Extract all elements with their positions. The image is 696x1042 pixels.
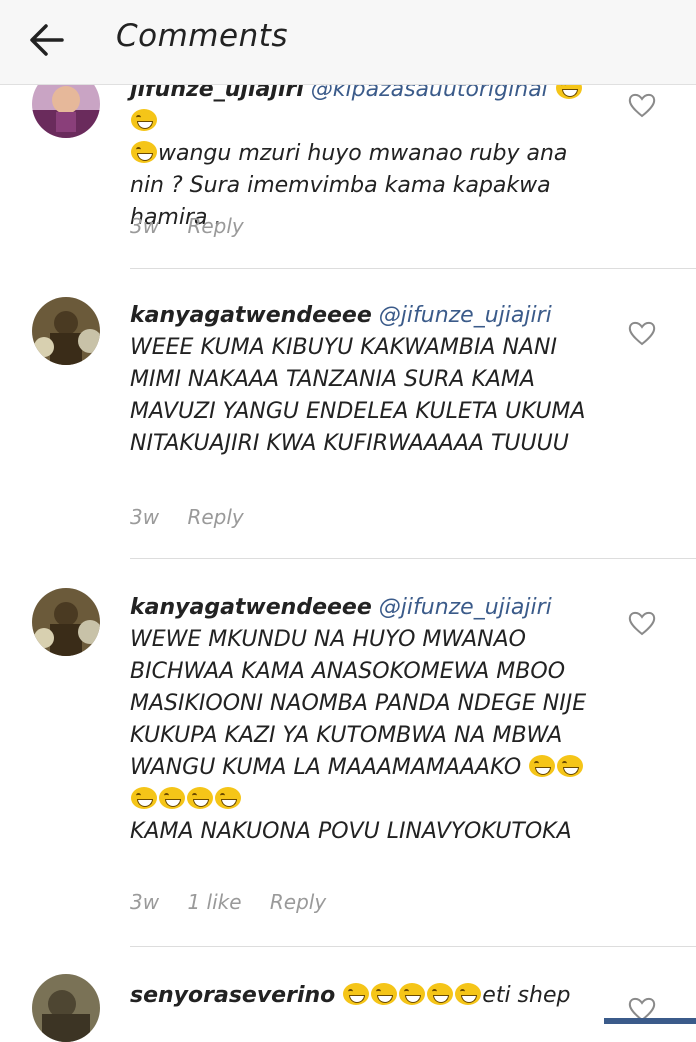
comment-body: WEEE KUMA KIBUYU KAKWAMBIA NANI MIMI NAK…	[130, 335, 586, 456]
comment-mention[interactable]: @jifunze_ujiajiri	[379, 303, 552, 328]
arrow-left-icon[interactable]	[26, 20, 70, 60]
heart-icon[interactable]	[628, 610, 656, 636]
comment-text: jifunze_ujiajiri @kipazasauutoriginal wa…	[130, 74, 605, 234]
heart-icon[interactable]	[628, 92, 656, 118]
app-header: Comments	[0, 0, 696, 85]
comments-list[interactable]: jifunze_ujiajiri @kipazasauutoriginal wa…	[0, 0, 696, 1042]
grinning-emoji-icon	[159, 787, 185, 809]
comment-text: kanyagatwendeeee @jifunze_ujiajiri WEWE …	[130, 592, 605, 848]
grinning-emoji-icon	[131, 109, 157, 131]
bottom-accent-bar	[604, 1018, 696, 1024]
comment-body-continued: KAMA NAKUONA POVU LINAVYOKUTOKA	[130, 819, 572, 844]
comment-likes[interactable]: 1 like	[187, 890, 241, 914]
grinning-emoji-icon	[455, 983, 482, 1005]
grinning-emoji-icon	[187, 787, 213, 809]
grinning-emoji-icon	[343, 983, 370, 1005]
comment-meta: 3w 1 like Reply	[130, 890, 348, 914]
comment-username[interactable]: senyoraseverino	[130, 983, 335, 1008]
comment-body: WEWE MKUNDU NA HUYO MWANAO BICHWAA KAMA …	[130, 627, 587, 780]
comment-meta: 3w Reply	[130, 214, 266, 238]
comment-mention[interactable]: @jifunze_ujiajiri	[379, 595, 552, 620]
comment-body: eti shep	[482, 983, 571, 1008]
grinning-emoji-icon	[529, 755, 556, 777]
comment-time: 3w	[130, 890, 160, 914]
comment-text: kanyagatwendeeee @jifunze_ujiajiri WEEE …	[130, 300, 605, 460]
avatar[interactable]	[32, 297, 100, 365]
comment-time: 3w	[130, 214, 160, 238]
avatar[interactable]	[32, 974, 100, 1042]
comment-time: 3w	[130, 505, 160, 529]
heart-icon[interactable]	[628, 320, 656, 346]
grinning-emoji-icon	[399, 983, 426, 1005]
reply-button[interactable]: Reply	[187, 214, 243, 238]
comment-meta: 3w Reply	[130, 505, 266, 529]
grinning-emoji-icon	[371, 983, 398, 1005]
comment-username[interactable]: kanyagatwendeeee	[130, 303, 372, 328]
grinning-emoji-icon	[215, 787, 241, 809]
avatar[interactable]	[32, 588, 100, 656]
comment-divider	[130, 268, 696, 269]
comment-divider	[130, 946, 696, 947]
grinning-emoji-icon	[131, 141, 157, 163]
page-title: Comments	[116, 18, 289, 54]
comment-divider	[130, 558, 696, 559]
grinning-emoji-icon	[427, 983, 454, 1005]
reply-button[interactable]: Reply	[270, 890, 326, 914]
grinning-emoji-icon	[131, 787, 157, 809]
grinning-emoji-icon	[557, 755, 584, 777]
comment-text: senyoraseverino eti shep	[130, 980, 605, 1012]
comment-username[interactable]: kanyagatwendeeee	[130, 595, 372, 620]
reply-button[interactable]: Reply	[187, 505, 243, 529]
